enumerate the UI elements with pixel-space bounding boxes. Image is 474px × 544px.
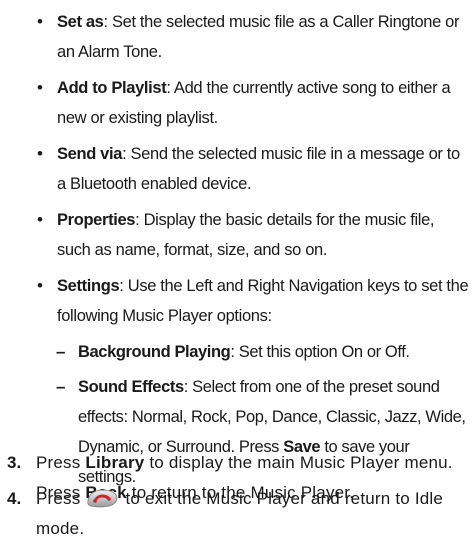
bullet-desc: : Use the Left and Right Navigation keys… [57, 277, 469, 325]
bullet-symbol: • [37, 78, 43, 97]
bullet-symbol: • [37, 12, 43, 31]
bullet-term: Settings [57, 277, 120, 295]
sub-bullet-term: Sound Effects [78, 378, 184, 396]
sub-bullet-desc: : Set this option On or Off. [230, 343, 410, 361]
bullet-symbol: • [37, 276, 43, 295]
bullet-text: Properties: Display the basic details fo… [57, 205, 471, 265]
manual-page: • Set as: Set the selected music file as… [0, 0, 474, 544]
dash-symbol: – [56, 377, 66, 396]
bullet-term: Add to Playlist [57, 79, 167, 97]
bullet-symbol: • [37, 210, 43, 229]
sub-bullet-term: Background Playing [78, 343, 231, 361]
bullet-term: Send via [57, 145, 123, 163]
bullet-text: Settings: Use the Left and Right Navigat… [57, 271, 471, 331]
sub-bullet-text: Background Playing: Set this option On o… [78, 337, 471, 367]
bullet-text: Set as: Set the selected music file as a… [57, 7, 471, 67]
dash-symbol: – [56, 342, 66, 361]
end-call-key-icon [85, 487, 119, 509]
step-number: 3. [7, 453, 22, 472]
bullet-text: Send via: Send the selected music file i… [57, 139, 471, 199]
bullet-text: Add to Playlist: Add the currently activ… [57, 73, 471, 133]
step-number: 4. [7, 489, 22, 508]
step-text-pre: Press [36, 453, 86, 472]
bullet-term: Set as [57, 13, 104, 31]
step-text-pre: Press [36, 489, 81, 508]
library-key-label: Library [85, 453, 145, 472]
bullet-desc: : Set the selected music file as a Calle… [57, 13, 460, 61]
step-text: Press to exit the Music Player and retur… [36, 484, 472, 544]
bullet-symbol: • [37, 144, 43, 163]
bullet-term: Properties [57, 211, 136, 229]
